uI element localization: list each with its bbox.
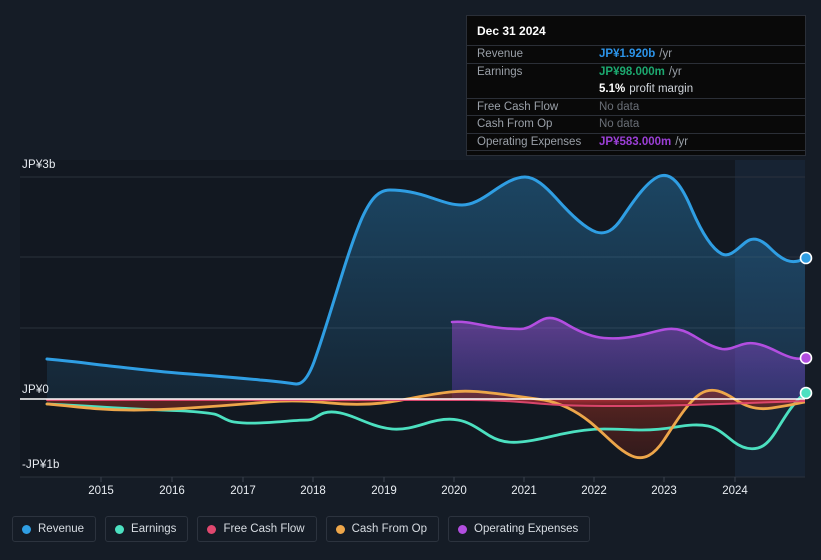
legend-dot-free-cash-flow-icon (207, 524, 217, 534)
x-axis-label-2023: 2023 (651, 485, 677, 497)
legend-item-cash-from-op[interactable]: Cash From Op (325, 516, 440, 542)
earnings-endpoint-dot (799, 386, 813, 400)
tooltip-value-revenue: JP¥1.920b (599, 48, 656, 61)
tooltip-value-earnings: JP¥98.000m (599, 65, 665, 78)
x-axis-label-2016: 2016 (159, 485, 185, 497)
x-tick-marks (100, 477, 736, 482)
legend-item-free-cash-flow[interactable]: Free Cash Flow (197, 516, 317, 542)
tooltip-label-operating-expenses: Operating Expenses (477, 135, 582, 148)
legend-label-operating-expenses: Operating Expenses (474, 523, 579, 535)
x-axis-label-2021: 2021 (511, 485, 537, 497)
tooltip-value-operating-expenses: JP¥583.000m (599, 135, 672, 148)
x-axis-label-2024: 2024 (722, 485, 748, 497)
tooltip-row-cash-from-op: Cash From Op No data (467, 115, 805, 133)
x-axis-label-2015: 2015 (88, 485, 114, 497)
y-axis-label-3b: JP¥3b (22, 159, 56, 171)
legend-dot-operating-expenses-icon (458, 524, 468, 534)
x-axis-label-2020: 2020 (441, 485, 467, 497)
x-axis-label-2017: 2017 (230, 485, 256, 497)
chart-tooltip: Dec 31 2024 Revenue JP¥1.920b /yr Earnin… (466, 15, 806, 156)
legend-label-cash-from-op: Cash From Op (351, 523, 428, 535)
x-axis-label-2022: 2022 (581, 485, 607, 497)
tooltip-unit-revenue: /yr (659, 48, 673, 61)
tooltip-unit-earnings: /yr (668, 65, 682, 78)
legend-label-free-cash-flow: Free Cash Flow (223, 523, 305, 535)
tooltip-row-operating-expenses: Operating Expenses JP¥583.000m /yr (467, 132, 805, 151)
y-axis-label-neg-1b: -JP¥1b (22, 459, 60, 471)
tooltip-label-revenue: Revenue (477, 48, 524, 61)
tooltip-unit-profit-margin: profit margin (629, 82, 694, 95)
financial-chart-widget: JP¥3b JP¥0 -JP¥1b 2015 2016 2017 2018 20… (0, 0, 821, 560)
chart-legend: Revenue Earnings Free Cash Flow Cash Fro… (12, 516, 591, 542)
y-axis-label-zero: JP¥0 (22, 384, 50, 396)
tooltip-label-cash-from-op: Cash From Op (477, 118, 553, 131)
x-axis-label-2019: 2019 (371, 485, 397, 497)
tooltip-date-title: Dec 31 2024 (477, 24, 546, 38)
revenue-endpoint-dot (799, 251, 813, 265)
tooltip-row-profit-margin: 5.1% profit margin (467, 80, 805, 98)
legend-label-earnings: Earnings (131, 523, 177, 535)
legend-item-earnings[interactable]: Earnings (105, 516, 189, 542)
tooltip-bottom-divider (467, 150, 805, 153)
tooltip-label-free-cash-flow: Free Cash Flow (477, 100, 559, 113)
tooltip-label-earnings: Earnings (477, 65, 523, 78)
legend-dot-cash-from-op-icon (335, 524, 345, 534)
tooltip-row-free-cash-flow: Free Cash Flow No data (467, 97, 805, 116)
tooltip-unit-operating-expenses: /yr (675, 135, 689, 148)
tooltip-value-profit-margin: 5.1% (599, 82, 626, 95)
legend-dot-revenue-icon (22, 524, 31, 534)
opex-endpoint-dot (799, 351, 813, 365)
tooltip-value-cash-from-op: No data (599, 118, 640, 131)
tooltip-row-revenue: Revenue JP¥1.920b /yr (467, 45, 805, 63)
legend-label-revenue: Revenue (38, 523, 85, 535)
tooltip-value-free-cash-flow: No data (599, 100, 640, 113)
tooltip-row-earnings: Earnings JP¥98.000m /yr (467, 62, 805, 81)
x-axis-label-2018: 2018 (300, 485, 326, 497)
legend-item-revenue[interactable]: Revenue (12, 516, 97, 542)
legend-dot-earnings-icon (115, 524, 125, 534)
legend-item-operating-expenses[interactable]: Operating Expenses (448, 516, 591, 542)
